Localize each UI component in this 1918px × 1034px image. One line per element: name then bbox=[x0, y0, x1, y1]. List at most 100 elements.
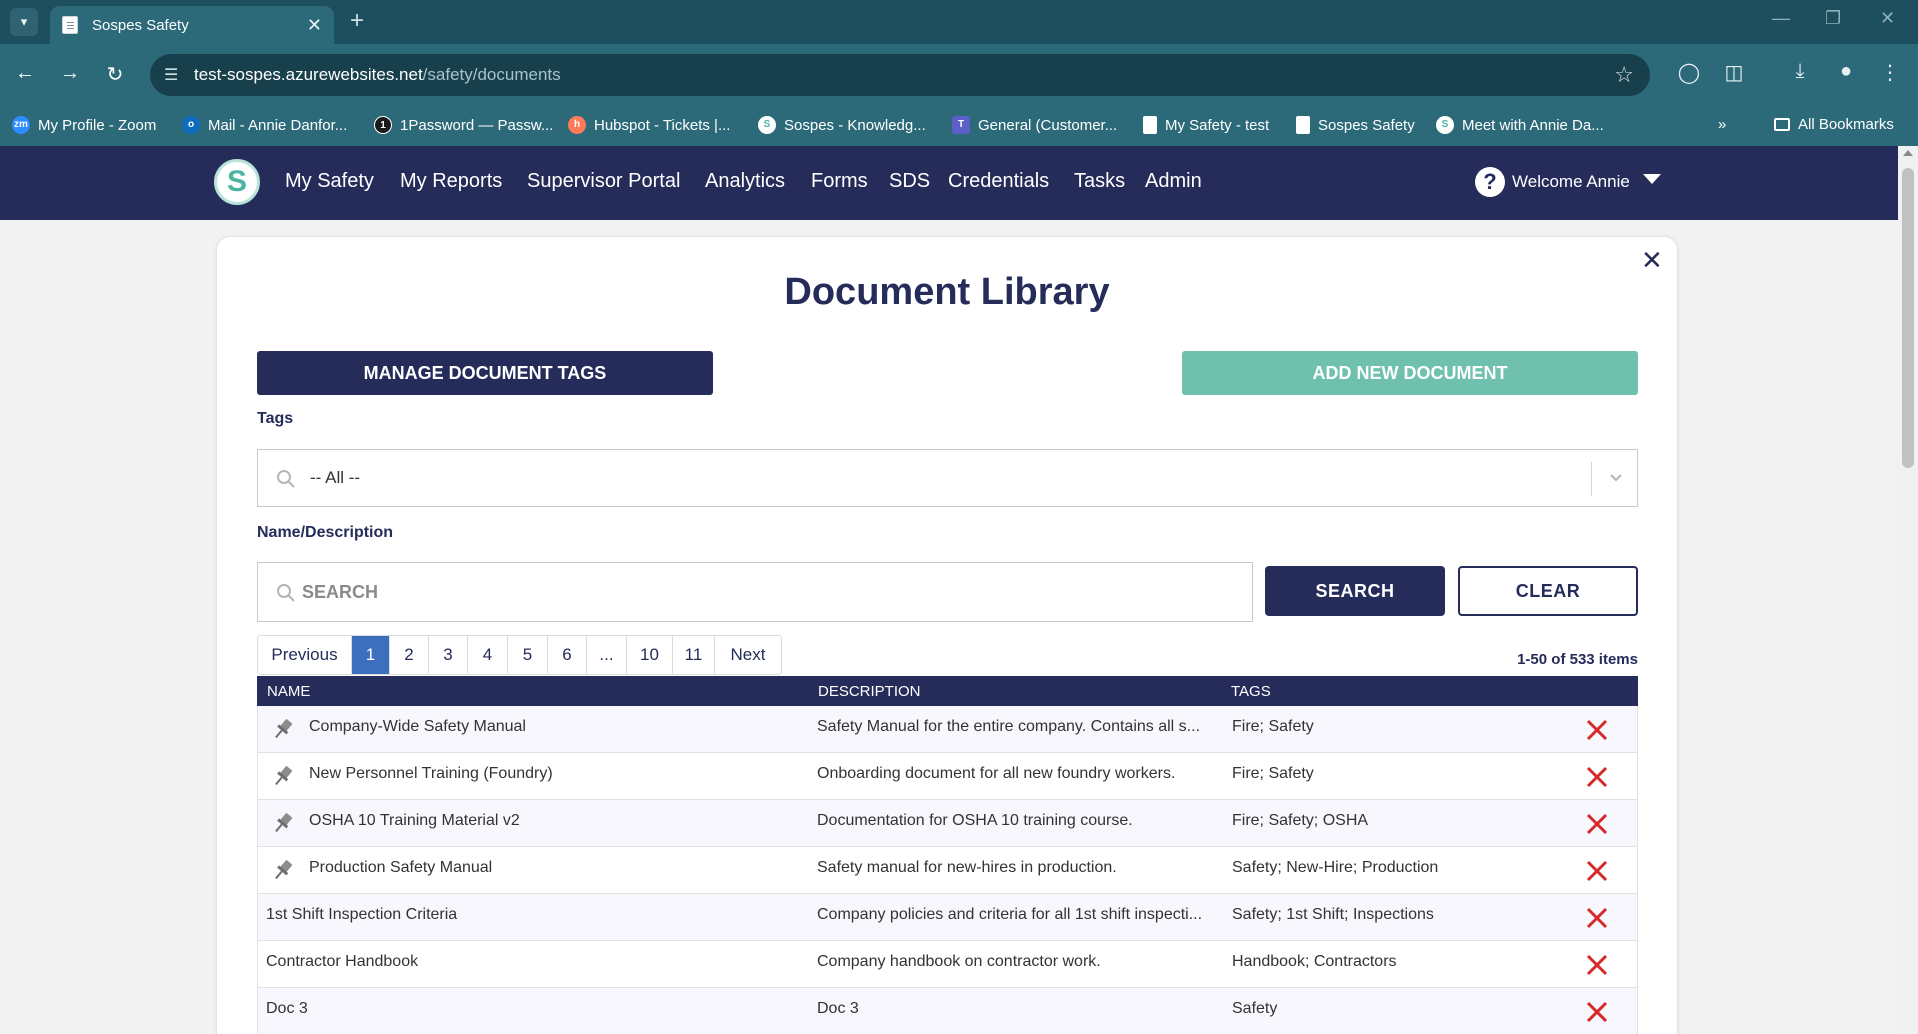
browser-tab[interactable]: Sospes Safety ✕ bbox=[50, 6, 334, 44]
clear-button[interactable]: CLEAR bbox=[1458, 566, 1638, 616]
nav-sds[interactable]: SDS bbox=[889, 170, 930, 193]
scroll-up-arrow-icon[interactable] bbox=[1903, 150, 1913, 156]
restore-window-icon[interactable]: ❐ bbox=[1825, 8, 1841, 29]
bookmark-item[interactable]: zm My Profile - Zoom bbox=[12, 116, 156, 134]
document-name[interactable]: Production Safety Manual bbox=[309, 859, 798, 877]
add-new-document-button[interactable]: ADD NEW DOCUMENT bbox=[1182, 351, 1638, 395]
more-bookmarks-icon[interactable]: » bbox=[1718, 116, 1726, 133]
table-row[interactable]: OSHA 10 Training Material v2 Documentatio… bbox=[257, 800, 1638, 847]
nav-credentials[interactable]: Credentials bbox=[948, 170, 1049, 193]
nav-tasks[interactable]: Tasks bbox=[1074, 170, 1125, 193]
column-header-name[interactable]: NAME bbox=[267, 683, 310, 700]
bookmark-item[interactable]: T General (Customer... bbox=[952, 116, 1117, 134]
bookmark-label: 1Password — Passw... bbox=[400, 116, 554, 134]
document-name[interactable]: OSHA 10 Training Material v2 bbox=[309, 812, 798, 830]
delete-icon[interactable] bbox=[1585, 1000, 1609, 1029]
download-icon[interactable]: ⤓ bbox=[1786, 60, 1814, 83]
pagination-page[interactable]: 2 bbox=[390, 636, 429, 674]
bookmark-item[interactable]: Sospes Safety bbox=[1296, 116, 1415, 134]
new-tab-button[interactable]: + bbox=[350, 8, 364, 34]
site-info-icon[interactable]: ☰ bbox=[164, 65, 178, 85]
pagination-previous[interactable]: Previous bbox=[258, 636, 352, 674]
sospes-logo[interactable]: S bbox=[214, 159, 260, 205]
tags-select-value: -- All -- bbox=[310, 468, 361, 487]
address-bar[interactable]: ☰ test-sospes.azurewebsites.net/safety/d… bbox=[150, 54, 1650, 96]
pin-icon[interactable] bbox=[270, 716, 296, 747]
delete-icon[interactable] bbox=[1585, 953, 1609, 982]
pin-icon[interactable] bbox=[270, 763, 296, 794]
bookmark-label: General (Customer... bbox=[978, 116, 1118, 134]
search-button[interactable]: SEARCH bbox=[1265, 566, 1445, 616]
close-window-icon[interactable]: ✕ bbox=[1880, 8, 1895, 29]
delete-icon[interactable] bbox=[1585, 812, 1609, 841]
table-row[interactable]: Doc 3 Doc 3 Safety bbox=[257, 988, 1638, 1034]
tags-label: Tags bbox=[257, 410, 294, 427]
profile-icon[interactable]: ● bbox=[1832, 60, 1860, 83]
document-name[interactable]: Contractor Handbook bbox=[266, 953, 798, 971]
column-header-tags[interactable]: TAGS bbox=[1231, 683, 1271, 700]
reload-icon[interactable]: ↻ bbox=[102, 62, 128, 87]
pagination-page[interactable]: 5 bbox=[508, 636, 548, 674]
table-row[interactable]: Contractor Handbook Company handbook on c… bbox=[257, 941, 1638, 988]
document-name[interactable]: New Personnel Training (Foundry) bbox=[309, 765, 798, 783]
url-host: test-sospes.azurewebsites.net bbox=[194, 65, 423, 84]
tags-select[interactable]: -- All -- bbox=[257, 449, 1638, 507]
all-bookmarks-button[interactable]: All Bookmarks bbox=[1774, 116, 1894, 133]
pin-icon[interactable] bbox=[270, 857, 296, 888]
bookmark-item[interactable]: My Safety - test bbox=[1143, 116, 1269, 134]
close-tab-icon[interactable]: ✕ bbox=[307, 15, 322, 36]
bookmark-item[interactable]: o Mail - Annie Danfor... bbox=[182, 116, 347, 134]
extensions-icon[interactable]: ◫ bbox=[1720, 60, 1748, 85]
tab-search-button[interactable]: ▾ bbox=[10, 8, 38, 36]
document-tags: Fire; Safety; OSHA bbox=[1232, 812, 1369, 829]
document-name[interactable]: Doc 3 bbox=[266, 1000, 798, 1018]
bookmark-item[interactable]: h Hubspot - Tickets |... bbox=[568, 116, 730, 134]
column-header-description[interactable]: DESCRIPTION bbox=[818, 683, 921, 700]
nav-my-safety[interactable]: My Safety bbox=[285, 170, 374, 193]
bookmark-item[interactable]: S Meet with Annie Da... bbox=[1436, 116, 1604, 134]
scrollbar-thumb[interactable] bbox=[1902, 168, 1914, 468]
chevron-down-icon[interactable] bbox=[1608, 469, 1624, 490]
search-field[interactable] bbox=[257, 562, 1253, 622]
forward-arrow-icon[interactable]: → bbox=[57, 62, 83, 85]
minimize-window-icon[interactable]: — bbox=[1772, 8, 1790, 29]
delete-icon[interactable] bbox=[1585, 718, 1609, 747]
back-arrow-icon[interactable]: ← bbox=[12, 62, 38, 85]
nav-supervisor-portal[interactable]: Supervisor Portal bbox=[527, 170, 680, 193]
pin-icon[interactable] bbox=[270, 810, 296, 841]
delete-icon[interactable] bbox=[1585, 859, 1609, 888]
chevron-down-icon[interactable] bbox=[1643, 174, 1661, 184]
url-path: /safety/documents bbox=[422, 65, 561, 84]
pagination-page[interactable]: 4 bbox=[468, 636, 508, 674]
documents-table: NAME DESCRIPTION TAGS Company-Wide Safet… bbox=[257, 676, 1638, 1034]
document-name[interactable]: 1st Shift Inspection Criteria bbox=[266, 906, 798, 924]
bookmark-star-icon[interactable]: ☆ bbox=[1614, 62, 1634, 88]
table-row[interactable]: 1st Shift Inspection Criteria Company pol… bbox=[257, 894, 1638, 941]
manage-document-tags-button[interactable]: MANAGE DOCUMENT TAGS bbox=[257, 351, 713, 395]
password-manager-icon[interactable]: ◯ bbox=[1675, 60, 1703, 85]
pagination-page[interactable]: 3 bbox=[429, 636, 468, 674]
bookmark-item[interactable]: S Sospes - Knowledg... bbox=[758, 116, 926, 134]
nav-forms[interactable]: Forms bbox=[811, 170, 868, 193]
nav-analytics[interactable]: Analytics bbox=[705, 170, 785, 193]
help-icon[interactable]: ? bbox=[1475, 167, 1505, 197]
pagination-page[interactable]: 1 bbox=[352, 636, 390, 674]
table-row[interactable]: New Personnel Training (Foundry) Onboardi… bbox=[257, 753, 1638, 800]
bookmark-item[interactable]: 1 1Password — Passw... bbox=[374, 116, 553, 134]
browser-menu-icon[interactable]: ⋮ bbox=[1876, 60, 1904, 85]
document-name[interactable]: Company-Wide Safety Manual bbox=[309, 718, 798, 736]
nav-admin[interactable]: Admin bbox=[1145, 170, 1202, 193]
search-input[interactable] bbox=[302, 578, 1202, 606]
pagination-next[interactable]: Next bbox=[715, 636, 781, 674]
pagination-ellipsis[interactable]: ... bbox=[587, 636, 627, 674]
pagination-page[interactable]: 11 bbox=[673, 636, 715, 674]
page-scrollbar[interactable] bbox=[1898, 146, 1918, 1034]
pagination-page[interactable]: 6 bbox=[548, 636, 587, 674]
pagination-page[interactable]: 10 bbox=[627, 636, 673, 674]
nav-my-reports[interactable]: My Reports bbox=[400, 170, 502, 193]
delete-icon[interactable] bbox=[1585, 906, 1609, 935]
welcome-user[interactable]: Welcome Annie bbox=[1512, 172, 1630, 192]
table-row[interactable]: Production Safety Manual Safety manual fo… bbox=[257, 847, 1638, 894]
table-row[interactable]: Company-Wide Safety Manual Safety Manual … bbox=[257, 706, 1638, 753]
delete-icon[interactable] bbox=[1585, 765, 1609, 794]
